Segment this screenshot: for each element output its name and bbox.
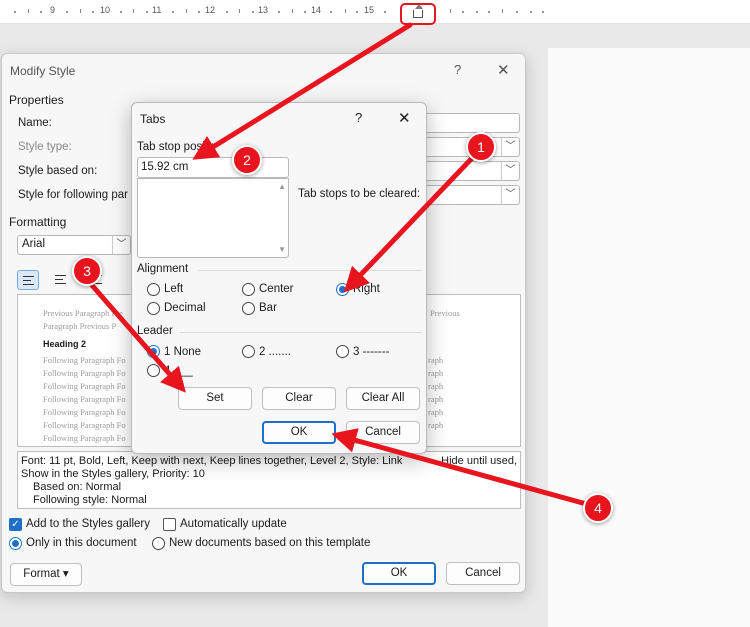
arrow-badge-1 — [343, 152, 478, 293]
annotation-badge-4: 4 — [583, 493, 613, 523]
annotation-arrows — [87, 22, 593, 508]
arrow-badge-3 — [87, 280, 186, 393]
arrow-to-ruler — [192, 22, 413, 160]
annotation-badge-1: 1 — [466, 132, 496, 162]
arrow-badge-4 — [331, 428, 593, 508]
annotation-badge-2: 2 — [232, 145, 262, 175]
annotation-badge-3: 3 — [72, 256, 102, 286]
